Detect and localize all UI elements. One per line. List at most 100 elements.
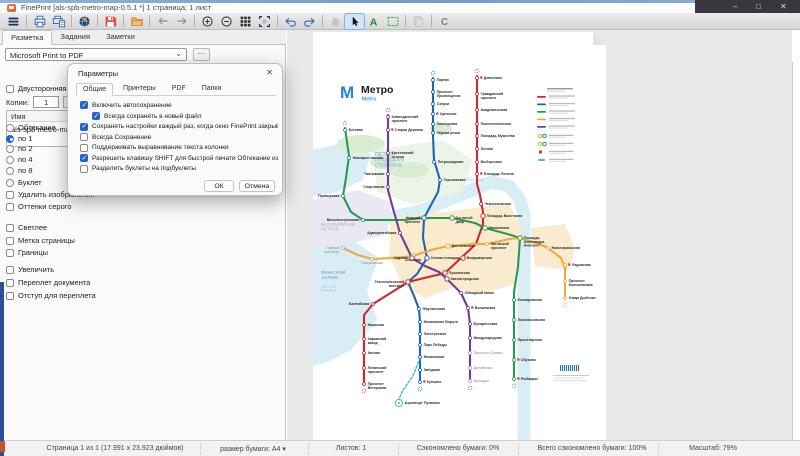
layout-radio-по 4[interactable]: по 4	[6, 155, 33, 164]
airport-label: Аэропорт Пулково	[405, 401, 441, 405]
terminal-ring	[342, 120, 348, 126]
station-dot	[475, 108, 479, 112]
option-checkbox-Оттенки серого[interactable]: Оттенки серого	[6, 202, 72, 211]
station-label: Академическая	[481, 108, 508, 112]
station-label: Садовая	[393, 256, 408, 260]
sidebar-tab-Задания[interactable]: Задания	[52, 30, 98, 45]
station-dot	[475, 160, 479, 164]
dialog-tab-Принтеры[interactable]: Принтеры	[117, 83, 162, 96]
dialog-checkbox-6[interactable]: Разрешить клавишу SHIFT для быстрой печа…	[80, 154, 278, 162]
radio-icon[interactable]	[6, 155, 14, 164]
close-button[interactable]: ✕	[780, 1, 787, 12]
sidebar-tab-Заметки[interactable]: Заметки	[98, 30, 143, 45]
dialog-close-icon[interactable]: ✕	[266, 68, 273, 77]
statusbar-item-2[interactable]: размер бумаги: A4 ▾	[220, 445, 286, 453]
redo-button[interactable]	[300, 14, 319, 29]
thumbnails-button[interactable]	[236, 14, 255, 29]
dialog-tab-Общие[interactable]: Общие	[76, 83, 114, 96]
radio-icon[interactable]	[6, 134, 14, 143]
print-button[interactable]	[30, 14, 49, 29]
station-dot	[418, 380, 422, 384]
checkbox-icon[interactable]	[6, 202, 14, 211]
option-checkbox-Отступ для переплета[interactable]: Отступ для переплета	[6, 291, 96, 300]
cancel-button[interactable]: Отмена	[239, 180, 275, 192]
refresh-button[interactable]: C	[435, 14, 454, 29]
save-button[interactable]	[101, 14, 120, 29]
dialog-checkbox-3[interactable]: Сохранять настройки каждый раз, когда ок…	[80, 122, 278, 131]
print-setup-icon	[52, 15, 65, 27]
open-button[interactable]	[127, 14, 146, 29]
thumbnails-icon	[240, 16, 251, 26]
station-dot	[475, 92, 479, 96]
layout-radio-Обтекание[interactable]: Обтекание	[6, 123, 56, 132]
dialog-tab-PDF[interactable]: PDF	[166, 83, 192, 96]
fit-page-button[interactable]	[255, 14, 274, 29]
checkbox-icon[interactable]	[6, 291, 14, 300]
checkbox-icon[interactable]	[6, 190, 14, 199]
dialog-tab-Папки[interactable]: Папки	[196, 83, 228, 96]
dialog-checkbox-7[interactable]: Разделить буклеты на подбуклеты	[80, 164, 196, 173]
maximize-button[interactable]: □	[756, 1, 761, 12]
menu-button[interactable]	[4, 14, 23, 29]
cursor-button[interactable]	[344, 12, 365, 30]
web-button[interactable]	[75, 14, 94, 29]
radio-icon[interactable]	[6, 178, 14, 187]
title-bar: FinePrint [als-spb-metro-map-0.5.1 *] 1 …	[0, 0, 800, 13]
radio-icon[interactable]	[6, 123, 14, 132]
undo-button[interactable]	[281, 14, 300, 29]
checkbox-icon[interactable]	[80, 122, 88, 131]
statusbar-item-6: Масштаб: 79%	[689, 445, 737, 452]
zoom-out-button[interactable]	[217, 14, 236, 29]
station-label: Елизаровская	[518, 298, 542, 302]
text-button[interactable]: A	[364, 14, 383, 29]
checkbox-icon[interactable]	[6, 248, 14, 257]
option-checkbox-Границы[interactable]: Границы	[6, 248, 48, 257]
radio-icon[interactable]	[6, 144, 14, 153]
dialog-checkbox-4[interactable]: Всегда Сохранение	[80, 133, 151, 141]
print-setup-button[interactable]	[49, 14, 68, 29]
sidebar-tab-Разметка[interactable]: Разметка	[2, 30, 53, 45]
dialog-checkbox-2[interactable]: Всегда сохранять в новый файл	[92, 112, 202, 120]
radio-icon[interactable]	[6, 166, 14, 175]
checkbox-icon[interactable]	[6, 278, 14, 287]
hand-button[interactable]	[326, 14, 345, 29]
copies-input[interactable]: 1	[33, 96, 60, 108]
zoom-in-button[interactable]	[198, 14, 217, 29]
back-button[interactable]	[153, 14, 172, 29]
option-checkbox-Метка страницы[interactable]: Метка страницы	[6, 236, 75, 245]
layout-radio-по 8[interactable]: по 8	[6, 166, 33, 175]
rail-link-icon	[568, 263, 571, 266]
checkbox-icon[interactable]	[92, 112, 100, 120]
checkbox-icon[interactable]	[6, 265, 14, 274]
minimize-button[interactable]: –	[733, 1, 737, 12]
dialog-checkbox-1[interactable]: Включить автосохранение	[80, 101, 172, 109]
layout-radio-по 1[interactable]: по 1	[6, 134, 33, 143]
option-checkbox-Светлее[interactable]: Светлее	[6, 223, 47, 232]
option-checkbox-Переплет документа[interactable]: Переплет документа	[6, 278, 90, 287]
dialog-tabs: Общие Принтеры PDF Папки	[76, 83, 276, 96]
checkbox-icon[interactable]	[6, 236, 14, 245]
rail-link-icon	[480, 172, 483, 175]
checkbox-icon[interactable]	[80, 154, 88, 162]
dialog-checkbox-5[interactable]: Поддерживать выравнивание текста колонки	[80, 143, 229, 152]
checkbox-icon[interactable]	[80, 101, 88, 109]
select-button[interactable]	[383, 14, 402, 29]
duplex-checkbox[interactable]	[6, 84, 14, 93]
printer-more-button[interactable]: ···	[193, 48, 210, 61]
station-label: Достоевская	[452, 244, 474, 248]
option-checkbox-Увеличить[interactable]: Увеличить	[6, 265, 54, 274]
toolbar-separator	[97, 15, 98, 27]
printer-select[interactable]: Microsoft Print to PDF ⌄	[5, 48, 187, 61]
layout-radio-Буклет[interactable]: Буклет	[6, 178, 42, 187]
ok-button[interactable]: ОК	[204, 180, 234, 192]
checkbox-icon[interactable]	[80, 164, 88, 173]
checkbox-icon[interactable]	[80, 133, 88, 141]
forward-button[interactable]	[172, 14, 191, 29]
document-page[interactable]: ПЕТРО-ГРАДСКАЯ СТОРОНА ВАСИЛЬЕВСКИЙ ОСТРОВ Ф…	[313, 32, 606, 440]
checkbox-label: Переплет документа	[18, 278, 91, 287]
layout-radio-по 2[interactable]: по 2	[6, 144, 33, 153]
station-label: Площадь Ленина	[484, 172, 514, 176]
checkbox-icon[interactable]	[6, 223, 14, 232]
pages-button[interactable]	[409, 14, 428, 29]
checkbox-icon[interactable]	[80, 143, 88, 152]
